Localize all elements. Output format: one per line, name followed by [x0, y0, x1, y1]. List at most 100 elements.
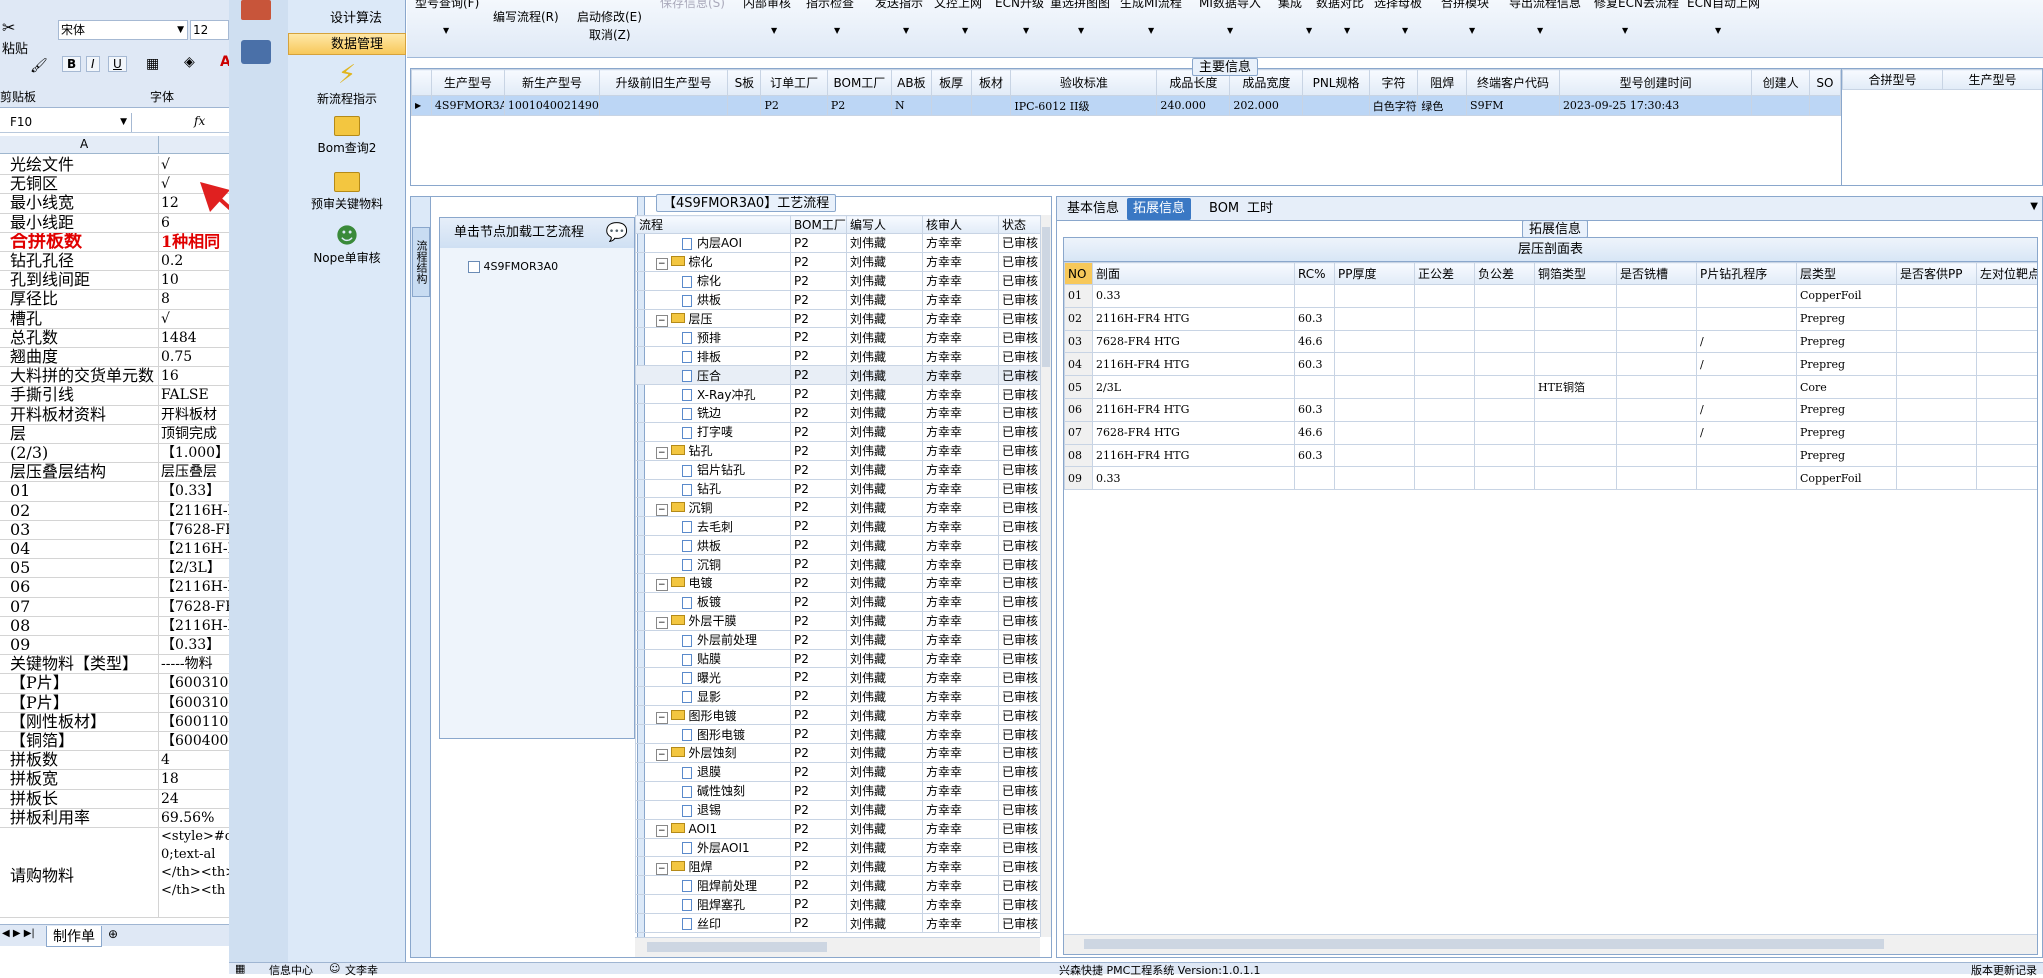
excel-row[interactable]: 09 【0.33】 — [0, 636, 229, 656]
column-a-header[interactable]: A — [80, 137, 88, 151]
process-cell[interactable]: 刘伟藏 — [846, 799, 923, 820]
toolbar-button[interactable]: 保存信息(S) — [660, 0, 725, 11]
laminate-cell[interactable] — [1616, 375, 1697, 399]
laminate-cell[interactable] — [1474, 420, 1535, 445]
cell-a[interactable]: 【P片】 — [10, 674, 158, 692]
process-row[interactable]: − 阻焊 P2 刘伟藏 方幸幸 已审核 — [635, 856, 1040, 877]
process-name-cell[interactable]: − 外层干膜 — [635, 610, 791, 631]
column-header[interactable]: 负公差 — [1474, 262, 1535, 285]
column-header[interactable]: 核审人 — [922, 215, 999, 234]
column-header[interactable]: 阻焊 — [1417, 69, 1468, 96]
laminate-cell[interactable] — [1334, 375, 1415, 399]
laminate-row[interactable]: 04 2116H-FR4 HTG 60.3 /Prepreg — [1064, 352, 2037, 377]
cell-a[interactable]: 02 — [10, 502, 158, 520]
cell-b[interactable]: 【2/3L】 — [161, 559, 229, 577]
laminate-cell[interactable] — [1696, 284, 1797, 308]
process-cell[interactable]: 刘伟藏 — [846, 403, 923, 423]
process-cell[interactable]: 已审核 — [998, 497, 1040, 518]
laminate-cell[interactable] — [1896, 397, 1977, 422]
process-cell[interactable]: P2 — [790, 573, 847, 593]
laminate-cell[interactable] — [1616, 329, 1697, 354]
chevron-down-icon[interactable]: ▼ — [834, 26, 840, 35]
process-cell[interactable]: 方幸幸 — [922, 780, 999, 801]
process-cell[interactable]: P2 — [790, 327, 847, 348]
process-cell[interactable]: 已审核 — [998, 780, 1040, 801]
table-cell[interactable]: 白色字符 — [1368, 95, 1419, 116]
toolbar-button[interactable]: 生成MI流程 — [1120, 0, 1182, 11]
process-row[interactable]: − 电镀 P2 刘伟藏 方幸幸 已审核 — [635, 573, 1040, 593]
laminate-cell[interactable] — [1334, 466, 1415, 491]
process-name-cell[interactable]: − 棕化 — [635, 251, 791, 272]
column-header[interactable]: NO — [1064, 262, 1093, 285]
laminate-cell[interactable] — [1534, 284, 1617, 308]
laminate-cell[interactable] — [1976, 466, 2037, 491]
chevron-down-icon[interactable]: ▼ — [1306, 26, 1312, 35]
excel-row[interactable]: 层压叠层结构 层压叠层 — [0, 463, 229, 483]
table-cell[interactable]: S9FM — [1466, 95, 1560, 116]
process-cell[interactable]: 方幸幸 — [922, 856, 999, 877]
process-row[interactable]: 铝片钻孔 P2 刘伟藏 方幸幸 已审核 — [635, 459, 1040, 480]
toolbar-button[interactable]: 型号查询(F) — [415, 0, 479, 11]
italic-button[interactable]: I — [86, 56, 100, 72]
cell-a[interactable]: 08 — [10, 617, 158, 635]
process-cell[interactable]: 刘伟藏 — [846, 629, 923, 650]
laminate-cell[interactable]: 60.3 — [1294, 397, 1335, 422]
excel-row-purchase[interactable]: 请购物料 <style>#c 0;text-al </th><th> </th>… — [0, 826, 229, 918]
process-name-cell[interactable]: 铣边 — [635, 403, 791, 423]
cell-a[interactable]: 拼板数 — [10, 751, 158, 769]
name-box[interactable]: F10 ▼ — [0, 113, 132, 132]
process-name-cell[interactable]: 钻孔 — [635, 478, 791, 499]
table-cell[interactable]: 10010400214901 — [503, 95, 601, 116]
laminate-row[interactable]: 06 2116H-FR4 HTG 60.3 /Prepreg — [1064, 397, 2037, 422]
process-cell[interactable]: 方幸幸 — [922, 308, 999, 329]
excel-row[interactable]: 【P片】【6003103 — [0, 674, 229, 694]
process-cell[interactable]: 刘伟藏 — [846, 743, 923, 763]
process-row[interactable]: − 层压 P2 刘伟藏 方幸幸 已审核 — [635, 308, 1040, 329]
chevron-down-icon[interactable]: ▼ — [962, 26, 968, 35]
laminate-cell[interactable] — [1294, 284, 1335, 308]
process-cell[interactable]: P2 — [790, 724, 847, 745]
process-cell[interactable]: 刘伟藏 — [846, 648, 923, 669]
nav-new-process[interactable]: ⚡ 新流程指示 — [288, 60, 406, 107]
process-cell[interactable]: 方幸幸 — [922, 573, 999, 593]
process-cell[interactable]: 刘伟藏 — [846, 705, 923, 726]
cell-b[interactable]: 【0.33】 — [161, 482, 229, 500]
process-cell[interactable]: 已审核 — [998, 743, 1040, 763]
process-name-cell[interactable]: 棕化 — [635, 270, 791, 291]
cell-a[interactable]: 层 — [10, 425, 158, 443]
column-header[interactable]: 剖面 — [1092, 262, 1295, 285]
laminate-cell[interactable] — [1896, 420, 1977, 445]
scrollbar-thumb[interactable] — [1084, 939, 1884, 949]
chevron-down-icon[interactable]: ▼ — [1469, 26, 1475, 35]
table-cell[interactable] — [598, 95, 729, 116]
laminate-cell[interactable] — [1534, 352, 1617, 377]
process-row[interactable]: − 棕化 P2 刘伟藏 方幸幸 已审核 — [635, 251, 1040, 272]
nav-nope-review[interactable]: ☻ Nope单审核 — [288, 224, 406, 266]
process-cell[interactable]: P2 — [790, 667, 847, 688]
process-cell[interactable]: P2 — [790, 894, 847, 915]
laminate-cell[interactable] — [1294, 375, 1335, 399]
laminate-cell[interactable]: Prepreg — [1796, 443, 1897, 468]
process-cell[interactable]: 方幸幸 — [922, 403, 999, 423]
excel-row[interactable]: 03 【7628-FF — [0, 520, 229, 540]
process-cell[interactable]: P2 — [790, 648, 847, 669]
process-cell[interactable]: 方幸幸 — [922, 667, 999, 688]
laminate-cell[interactable] — [1616, 397, 1697, 422]
process-cell[interactable]: 已审核 — [998, 365, 1040, 386]
process-cell[interactable]: 已审核 — [998, 837, 1040, 858]
process-row[interactable]: 退锡 P2 刘伟藏 方幸幸 已审核 — [635, 799, 1040, 820]
column-header[interactable]: 板材 — [970, 69, 1012, 96]
excel-row[interactable]: 总孔数 1484 — [0, 328, 229, 348]
process-cell[interactable]: P2 — [790, 289, 847, 310]
cell-a[interactable]: 总孔数 — [10, 329, 158, 347]
laminate-cell[interactable] — [1414, 306, 1475, 331]
laminate-cell[interactable] — [1334, 329, 1415, 354]
column-header[interactable]: 创建人 — [1751, 69, 1810, 96]
chevron-down-icon[interactable]: ▼ — [1023, 26, 1029, 35]
excel-row[interactable]: 光绘文件 √ — [0, 156, 229, 176]
laminate-cell[interactable] — [1534, 397, 1617, 422]
horizontal-scrollbar[interactable] — [1064, 934, 2037, 954]
laminate-cell[interactable]: 07 — [1064, 420, 1093, 445]
laminate-cell[interactable] — [1616, 352, 1697, 377]
column-header[interactable]: PP厚度 — [1334, 262, 1415, 285]
